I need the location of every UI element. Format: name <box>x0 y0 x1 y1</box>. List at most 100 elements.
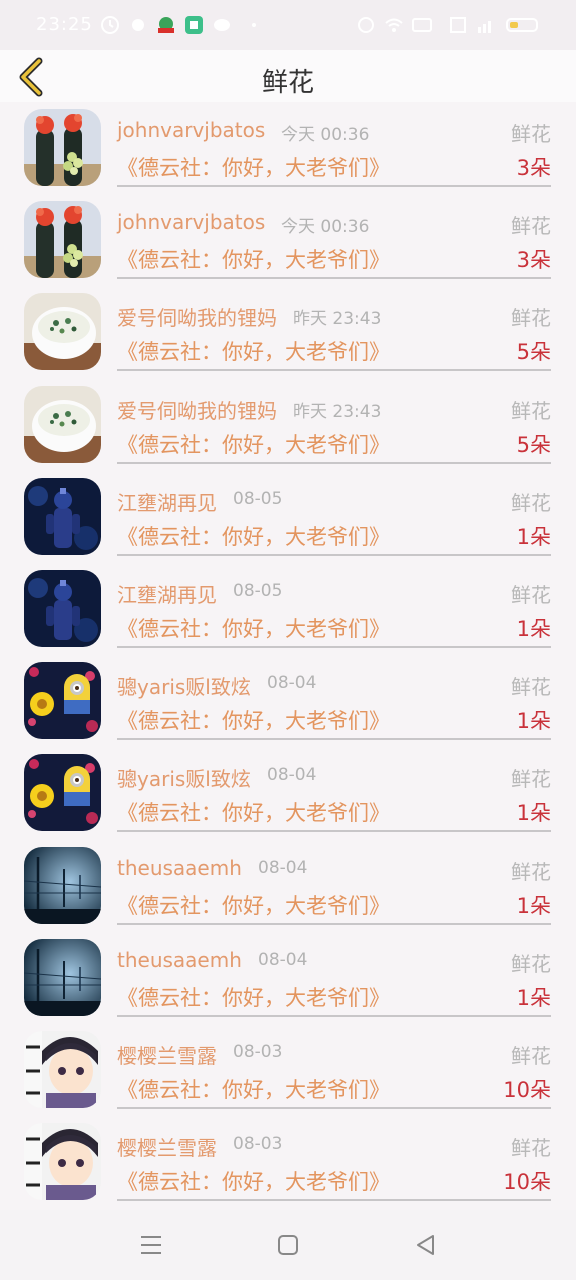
gift-time: 08-04 <box>267 673 317 694</box>
list-item[interactable]: 爱号伺呦我的锂妈 昨天 23:43 鲜花 《德云社：你好，大老爷们》 5朵 <box>0 379 576 471</box>
gift-type: 鲜花 <box>511 306 551 331</box>
notification-icon <box>132 19 144 31</box>
gift-type: 鲜花 <box>511 490 551 515</box>
gift-time: 08-04 <box>258 949 308 970</box>
gift-type: 鲜花 <box>511 675 551 700</box>
avatar[interactable] <box>24 754 101 832</box>
sim-icon <box>450 17 466 33</box>
gift-time: 昨天 23:43 <box>293 401 382 422</box>
avatar[interactable] <box>24 938 101 1016</box>
gift-list: johnvarvjbatos 今天 00:36 鲜花 《德云社：你好，大老爷们》 3朵 j… <box>0 102 576 1208</box>
divider <box>117 645 551 648</box>
avatar[interactable] <box>24 846 101 924</box>
divider <box>117 185 551 187</box>
gift-time: 今天 00:36 <box>281 125 370 145</box>
gift-type: 鲜花 <box>511 951 551 976</box>
divider <box>117 738 551 741</box>
sender-name[interactable]: theusaaemh <box>117 948 242 972</box>
gift-type: 鲜花 <box>511 122 551 146</box>
gift-time: 08-04 <box>267 765 317 786</box>
sender-name[interactable]: 江壅湖再见 <box>117 579 217 608</box>
wifi-icon <box>385 18 403 32</box>
sender-name[interactable]: 樱樱兰雪露 <box>117 1132 217 1161</box>
gift-time: 昨天 23:43 <box>293 309 382 330</box>
program-title[interactable]: 《德云社：你好，大老爷们》 <box>117 1166 390 1196</box>
program-title[interactable]: 《德云社：你好，大老爷们》 <box>117 982 390 1012</box>
avatar[interactable] <box>24 569 101 647</box>
gift-count: 1朵 <box>516 985 551 1010</box>
gift-type: 鲜花 <box>511 767 551 792</box>
battery-saver-icon <box>412 18 432 32</box>
list-item[interactable]: 樱樱兰雪露 08-03 鲜花《德云社：你好，大老爷们》 10朵 <box>0 1116 576 1208</box>
list-item[interactable]: 骢yaris贩l致炫 08-04 鲜花 《德云社：你好，大老爷们》 1朵 <box>0 655 576 747</box>
home-icon[interactable] <box>275 1232 301 1258</box>
sender-name[interactable]: johnvarvjbatos <box>117 210 265 234</box>
list-item[interactable]: johnvarvjbatos 今天 00:36 鲜花 《德云社：你好，大老爷们》 3朵 <box>0 102 576 194</box>
gift-time: 08-05 <box>233 580 283 601</box>
divider <box>117 277 551 280</box>
gift-count: 1朵 <box>516 893 551 918</box>
gift-count: 5朵 <box>516 340 551 365</box>
more-dot-icon <box>252 23 256 27</box>
divider <box>117 1014 551 1017</box>
avatar[interactable] <box>24 201 101 279</box>
app-logo-icon <box>158 17 174 33</box>
divider <box>117 922 551 925</box>
app-green-icon <box>185 16 203 34</box>
sender-name[interactable]: theusaaemh <box>117 856 242 880</box>
divider <box>117 1199 551 1202</box>
sender-name[interactable]: 江壅湖再见 <box>117 487 217 516</box>
program-title[interactable]: 《德云社：你好，大老爷们》 <box>117 152 390 182</box>
avatar[interactable] <box>24 293 101 371</box>
list-item[interactable]: 骢yaris贩l致炫 08-04 鲜花《德云社：你好，大老爷们》 1朵 <box>0 747 576 839</box>
menu-icon[interactable] <box>138 1232 164 1258</box>
gift-count: 10朵 <box>503 1170 551 1195</box>
back-triangle-icon[interactable] <box>413 1232 439 1258</box>
sender-name[interactable]: 樱樱兰雪露 <box>117 1040 217 1069</box>
program-title[interactable]: 《德云社：你好，大老爷们》 <box>117 613 390 643</box>
sender-name[interactable]: johnvarvjbatos <box>117 118 265 142</box>
system-nav-bar <box>0 1210 576 1280</box>
avatar[interactable] <box>24 1030 101 1108</box>
gift-time: 08-04 <box>258 857 308 878</box>
program-title[interactable]: 《德云社：你好，大老爷们》 <box>117 429 390 459</box>
divider <box>117 461 551 464</box>
avatar[interactable] <box>24 109 101 186</box>
list-item[interactable]: 江壅湖再见 08-05 鲜花 《德云社：你好，大老爷们》 1朵 <box>0 471 576 563</box>
sender-name[interactable]: 骢yaris贩l致炫 <box>117 671 251 700</box>
gift-type: 鲜花 <box>511 1136 551 1161</box>
sender-name[interactable]: 爱号伺呦我的锂妈 <box>117 395 277 424</box>
divider <box>117 1106 551 1109</box>
alarm-icon <box>101 16 119 34</box>
list-item[interactable]: 爱号伺呦我的锂妈 昨天 23:43 鲜花《德云社：你好，大老爷们》 5朵 <box>0 286 576 378</box>
sync-icon <box>358 17 374 33</box>
list-item[interactable]: 樱樱兰雪露 08-03 鲜花 《德云社：你好，大老爷们》 10朵 <box>0 1024 576 1116</box>
gift-count: 3朵 <box>516 248 551 273</box>
program-title[interactable]: 《德云社：你好，大老爷们》 <box>117 890 390 920</box>
gift-time: 今天 00:36 <box>281 217 370 238</box>
gift-count: 1朵 <box>516 524 551 549</box>
header-bar: 鲜花 <box>0 50 576 102</box>
program-title[interactable]: 《德云社：你好，大老爷们》 <box>117 521 390 551</box>
sender-name[interactable]: 骢yaris贩l致炫 <box>117 763 251 792</box>
avatar[interactable] <box>24 385 101 463</box>
program-title[interactable]: 《德云社：你好，大老爷们》 <box>117 797 390 827</box>
list-item[interactable]: 江壅湖再见 08-05 鲜花 《德云社：你好，大老爷们》 1朵 <box>0 563 576 655</box>
avatar[interactable] <box>24 1123 101 1201</box>
program-title[interactable]: 《德云社：你好，大老爷们》 <box>117 244 390 274</box>
divider <box>117 369 551 372</box>
gift-time: 08-03 <box>233 1134 283 1155</box>
program-title[interactable]: 《德云社：你好，大老爷们》 <box>117 1074 390 1104</box>
sender-name[interactable]: 爱号伺呦我的锂妈 <box>117 302 277 331</box>
list-item[interactable]: theusaaemh 08-04 鲜花 《德云社：你好，大老爷们》 1朵 <box>0 840 576 932</box>
gift-count: 1朵 <box>516 801 551 826</box>
list-item[interactable]: theusaaemh 08-04 鲜花《德云社：你好，大老爷们》 1朵 <box>0 932 576 1024</box>
program-title[interactable]: 《德云社：你好，大老爷们》 <box>117 336 390 366</box>
program-title[interactable]: 《德云社：你好，大老爷们》 <box>117 705 390 735</box>
avatar[interactable] <box>24 662 101 740</box>
chat-icon <box>214 19 230 31</box>
gift-type: 鲜花 <box>511 1043 551 1068</box>
avatar[interactable] <box>24 477 101 555</box>
list-item[interactable]: johnvarvjbatos 今天 00:36 鲜花 《德云社：你好，大老爷们》 3朵 <box>0 194 576 286</box>
battery-icon <box>506 18 538 32</box>
